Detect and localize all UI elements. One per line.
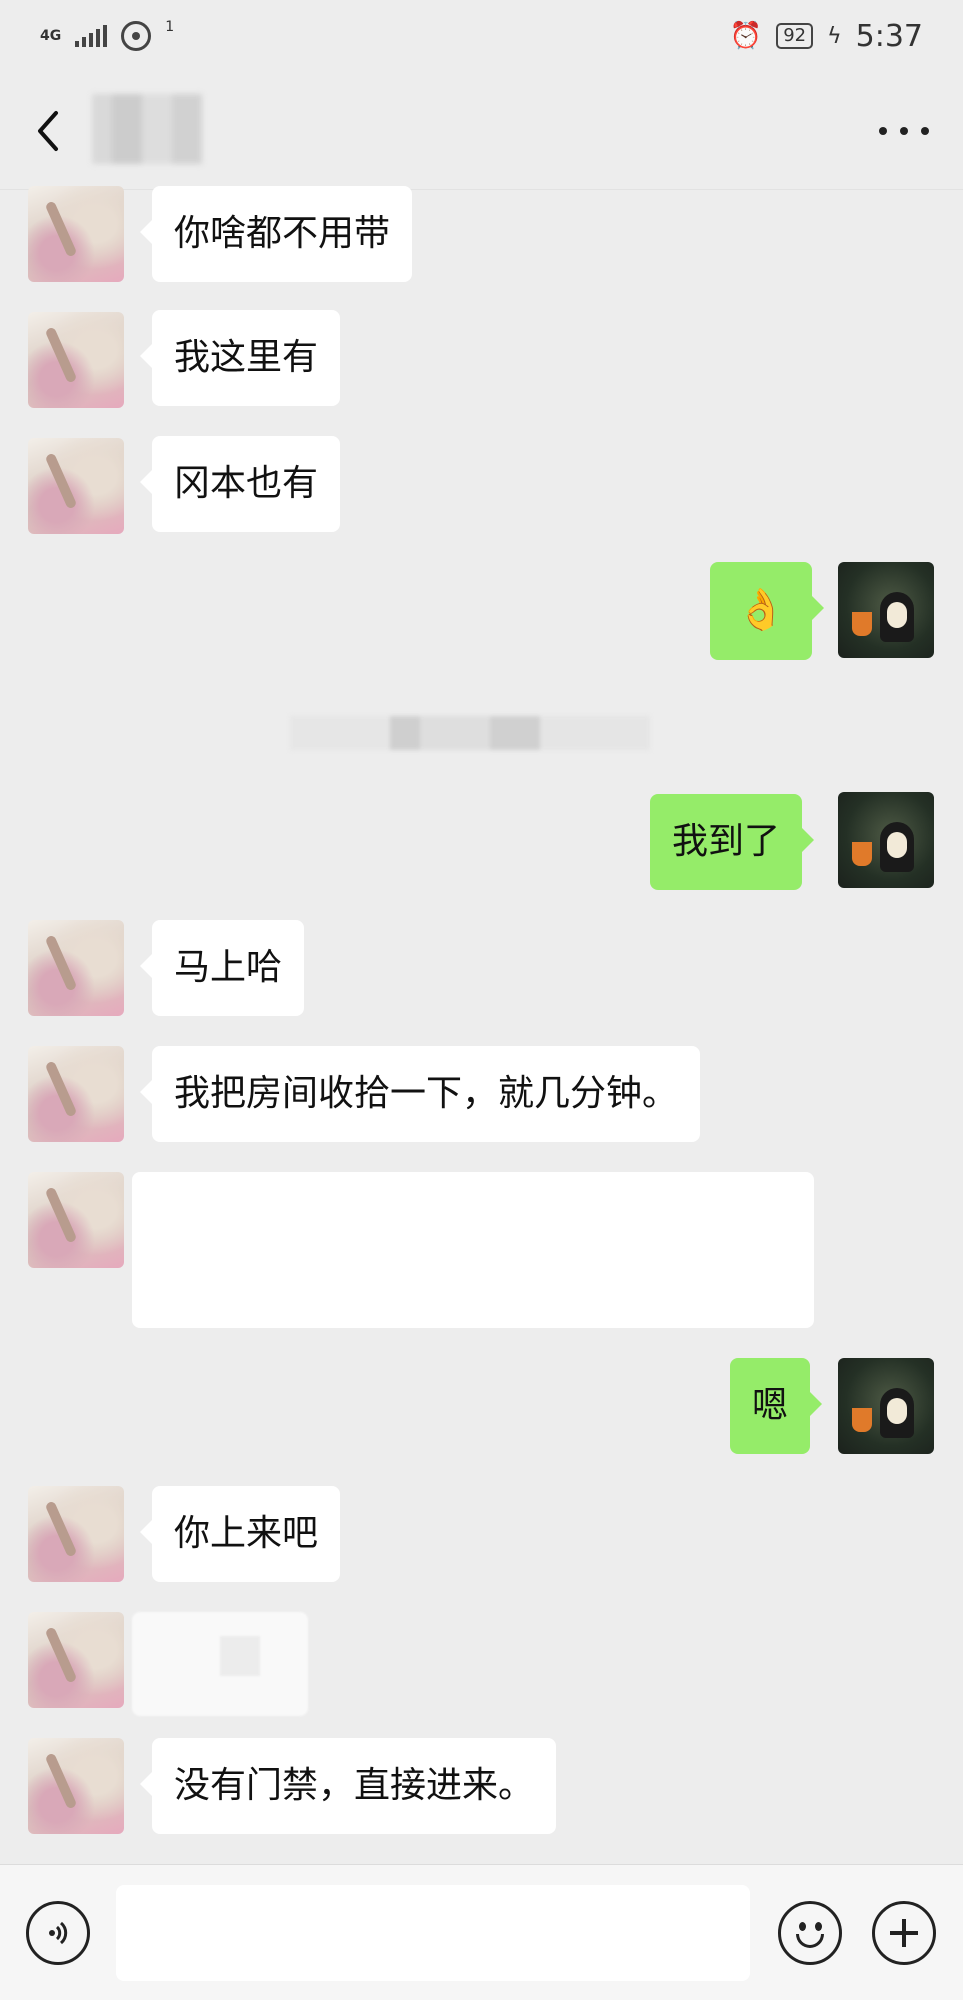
redacted-message-bubble[interactable] [132, 1612, 308, 1716]
emoji-icon-eye [815, 1922, 822, 1931]
contact-name [92, 94, 202, 164]
emoji-icon [799, 1922, 806, 1931]
signal-icon [75, 25, 108, 47]
contact-avatar[interactable] [28, 1046, 124, 1142]
battery-level: 92 [776, 23, 814, 49]
contact-avatar[interactable] [28, 186, 124, 282]
hotspot-count: 1 [165, 19, 175, 35]
chat-header [0, 72, 963, 190]
status-right: ⏰ 92 ϟ 5:37 [730, 19, 923, 54]
alarm-icon: ⏰ [729, 21, 763, 51]
status-bar: 4G 1 ⏰ 92 ϟ 5:37 [0, 0, 963, 72]
message-bubble[interactable]: 冈本也有 [139, 436, 341, 532]
contact-avatar[interactable] [28, 920, 124, 1016]
redacted-message-bubble[interactable] [132, 1172, 814, 1328]
voice-icon [49, 1921, 68, 1945]
emoji-icon-mouth [796, 1934, 824, 1948]
message-input[interactable] [116, 1885, 750, 1981]
message-bubble[interactable]: 我这里有 [139, 310, 341, 406]
contact-avatar[interactable] [28, 312, 124, 408]
contact-avatar[interactable] [28, 1612, 124, 1708]
voice-input-button[interactable] [26, 1901, 90, 1965]
contact-avatar[interactable] [28, 438, 124, 534]
ok-hand-emoji: 👌 [736, 587, 786, 633]
more-options-icon[interactable] [879, 111, 929, 151]
contact-avatar[interactable] [28, 1486, 124, 1582]
status-left: 4G 1 [40, 19, 175, 51]
message-bubble[interactable]: 嗯 [730, 1358, 823, 1454]
contact-avatar[interactable] [28, 1172, 124, 1268]
message-bubble[interactable]: 没有门禁，直接进来。 [139, 1738, 557, 1834]
back-icon[interactable] [28, 101, 68, 161]
emoji-button[interactable] [778, 1901, 842, 1965]
charging-icon: ϟ [827, 23, 842, 49]
message-bubble[interactable]: 我把房间收拾一下，就几分钟。 [139, 1046, 701, 1142]
my-avatar[interactable] [838, 1358, 934, 1454]
my-avatar[interactable] [838, 562, 934, 658]
more-functions-button[interactable] [872, 1901, 936, 1965]
message-bubble[interactable]: 你啥都不用带 [139, 186, 413, 282]
my-avatar[interactable] [838, 792, 934, 888]
hotspot-icon [121, 21, 152, 51]
message-bubble[interactable]: 我到了 [650, 794, 815, 890]
timestamp [290, 716, 650, 750]
input-bar [0, 1864, 963, 2000]
clock: 5:37 [855, 18, 923, 54]
network-type: 4G [40, 28, 62, 44]
contact-avatar[interactable] [28, 1738, 124, 1834]
message-bubble[interactable]: 马上哈 [139, 920, 305, 1016]
message-bubble[interactable]: 👌 [710, 562, 824, 660]
message-bubble[interactable]: 你上来吧 [139, 1486, 341, 1582]
